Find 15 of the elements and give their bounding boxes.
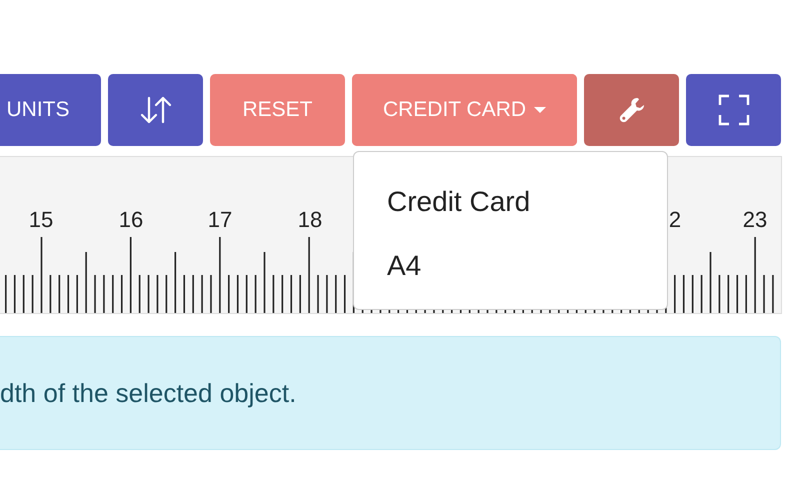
ruler-label: 15 — [28, 207, 54, 232]
units-button[interactable]: UNITS — [0, 74, 101, 146]
ruler-label: 16 — [118, 207, 144, 232]
fullscreen-icon — [718, 94, 750, 126]
ruler-label: 23 — [742, 207, 768, 232]
menu-item[interactable]: A4 — [354, 244, 667, 308]
ruler-label: 18 — [298, 207, 322, 232]
swap-button[interactable] — [108, 74, 203, 146]
ruler-label: 17 — [208, 207, 232, 232]
ruler-label: 2 — [668, 207, 682, 232]
tools-button[interactable] — [584, 74, 679, 146]
info-text: dth of the selected object. — [0, 378, 296, 408]
fullscreen-button[interactable] — [686, 74, 781, 146]
menu-item[interactable]: Credit Card — [354, 180, 667, 244]
caret-icon — [534, 107, 546, 113]
